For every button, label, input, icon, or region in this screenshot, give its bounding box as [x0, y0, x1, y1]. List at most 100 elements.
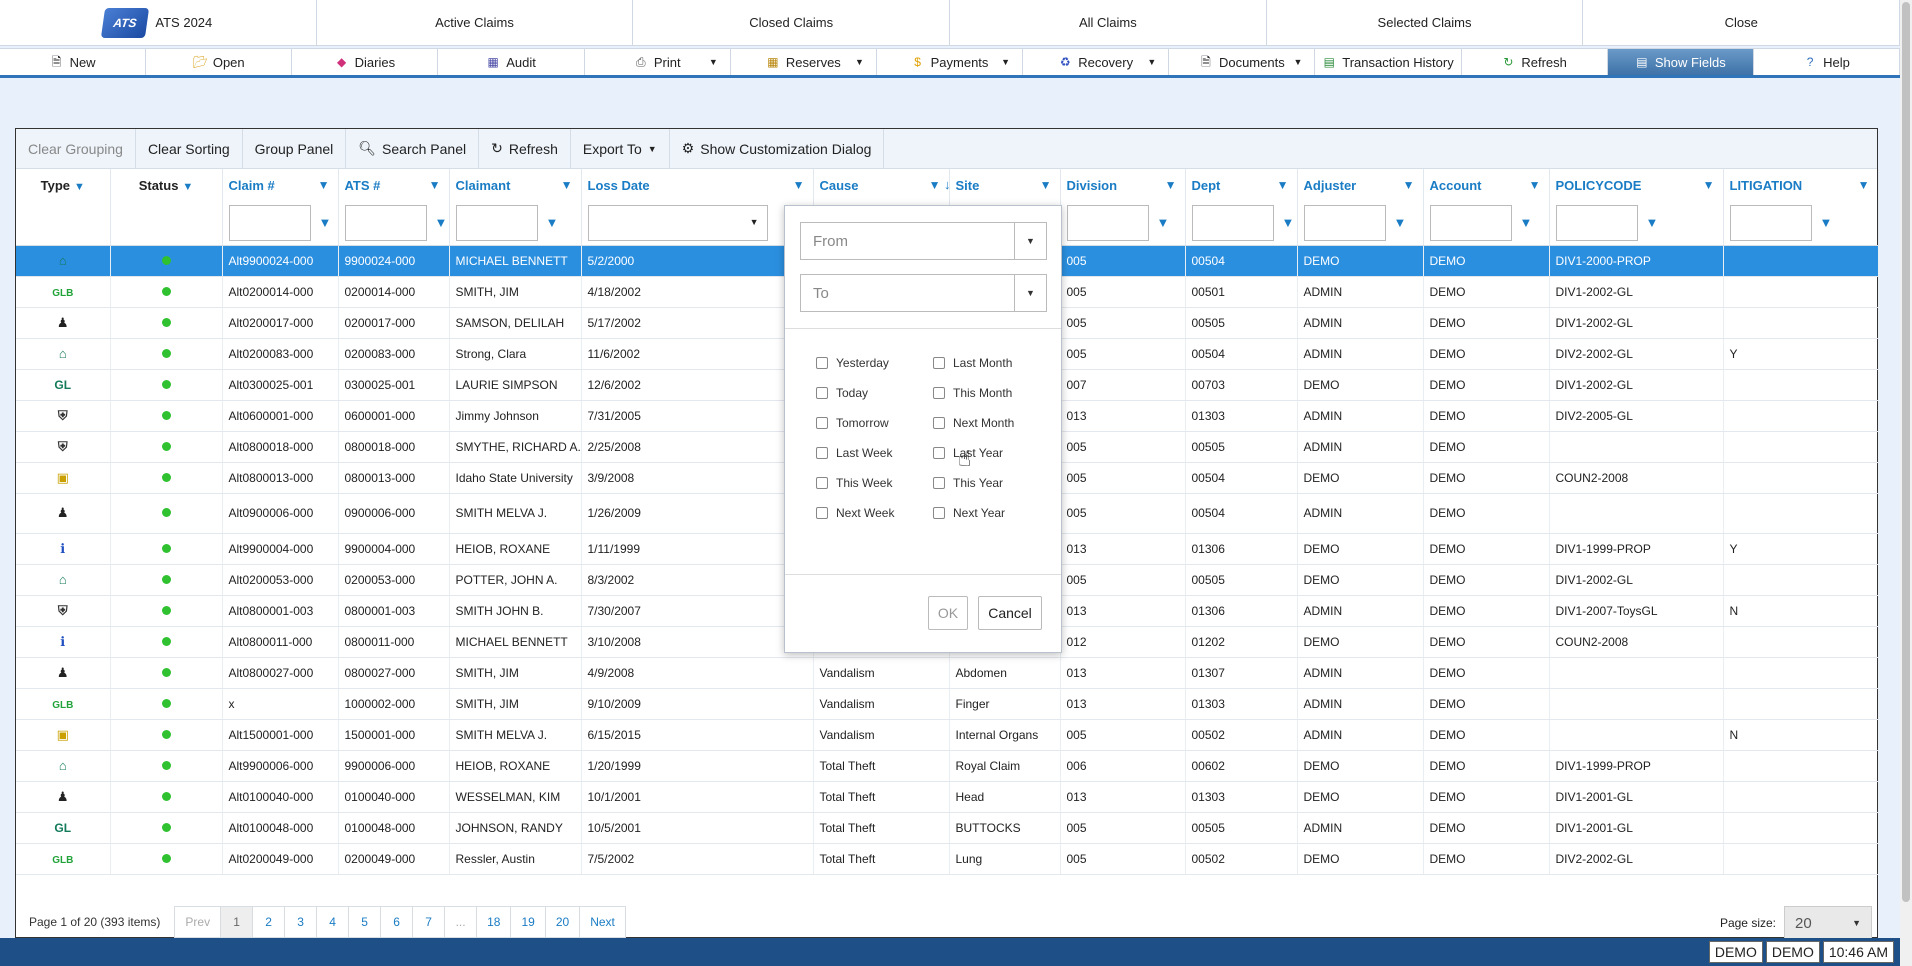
column-filter-input[interactable]: [455, 204, 538, 241]
clear-grouping-button[interactable]: Clear Grouping: [16, 128, 136, 169]
app-home-tab[interactable]: ATS ATS 2024: [0, 0, 317, 45]
date-preset-last-week-checkbox[interactable]: Last Week: [816, 446, 892, 460]
checkbox-box[interactable]: [933, 507, 945, 519]
column-header-policycode[interactable]: POLICYCODE ▼: [1549, 169, 1724, 201]
pager-page-button[interactable]: 4: [317, 906, 350, 938]
toolbar-diaries-button[interactable]: ◆ Diaries: [292, 49, 439, 75]
checkbox-box[interactable]: [933, 387, 945, 399]
toolbar-reserves-button[interactable]: ▦ Reserves ▼: [731, 49, 877, 75]
table-row[interactable]: GLB Alt0200049-000 0200049-000 Ressler, Aus…: [16, 843, 1879, 875]
column-header-account[interactable]: Account ▼: [1423, 169, 1550, 201]
table-row[interactable]: ♟ Alt0100040-000 0100040-000 WESSELMAN, KIM…: [16, 781, 1879, 813]
toolbar-open-button[interactable]: 📂︎ Open: [146, 49, 293, 75]
date-preset-last-month-checkbox[interactable]: Last Month: [933, 356, 1012, 370]
column-filter-input[interactable]: [344, 204, 427, 241]
filter-icon[interactable]: ▼: [1820, 215, 1833, 230]
column-filter-input[interactable]: [1191, 204, 1274, 241]
date-to-dropdown-icon[interactable]: ▼: [1014, 275, 1046, 311]
filter-icon[interactable]: ▼: [1282, 215, 1295, 230]
filter-icon[interactable]: ▼: [561, 178, 573, 192]
column-header-litigation[interactable]: LITIGATION ▼: [1723, 169, 1879, 201]
caret-down-icon[interactable]: ▼: [855, 57, 864, 67]
date-filter-ok-button[interactable]: OK: [928, 596, 968, 630]
date-preset-tomorrow-checkbox[interactable]: Tomorrow: [816, 416, 889, 430]
pager-next-button[interactable]: Next: [580, 906, 626, 938]
date-preset-this-week-checkbox[interactable]: This Week: [816, 476, 892, 490]
tab-all-claims[interactable]: All Claims: [950, 0, 1267, 45]
tab-close[interactable]: Close: [1583, 0, 1901, 45]
date-preset-next-month-checkbox[interactable]: Next Month: [933, 416, 1014, 430]
date-from-dropdown-icon[interactable]: ▼: [1014, 223, 1046, 259]
pager-page-button[interactable]: 19: [511, 906, 546, 938]
date-preset-this-year-checkbox[interactable]: This Year: [933, 476, 1003, 490]
filter-icon[interactable]: ▼: [74, 181, 85, 193]
scrollbar-thumb[interactable]: [1902, 2, 1910, 902]
caret-down-icon[interactable]: ▼: [1001, 57, 1010, 67]
pager-page-button[interactable]: ...: [445, 906, 478, 938]
column-filter-input[interactable]: [228, 204, 311, 241]
column-header-dept[interactable]: Dept ▼: [1185, 169, 1298, 201]
filter-icon[interactable]: ▼: [1703, 178, 1715, 192]
checkbox-box[interactable]: [933, 417, 945, 429]
toolbar-refresh-button[interactable]: ↻ Refresh: [1462, 49, 1608, 75]
filter-icon[interactable]: ▼: [1858, 178, 1870, 192]
clear-sorting-button[interactable]: Clear Sorting: [136, 128, 243, 169]
column-header-site[interactable]: Site ▼: [949, 169, 1061, 201]
pager-prev-button[interactable]: Prev: [174, 906, 222, 938]
date-filter-cancel-button[interactable]: Cancel: [978, 596, 1042, 630]
filter-icon[interactable]: ▼: [1529, 178, 1541, 192]
toolbar-recovery-button[interactable]: ♻ Recovery ▼: [1023, 49, 1170, 75]
pager-page-button[interactable]: 3: [285, 906, 318, 938]
column-header-adjuster[interactable]: Adjuster ▼: [1297, 169, 1424, 201]
column-filter-input[interactable]: [1729, 204, 1812, 241]
filter-icon[interactable]: ▼: [546, 215, 559, 230]
toolbar-payments-button[interactable]: $ Payments ▼: [877, 49, 1024, 75]
toolbar-help-button[interactable]: ? Help: [1754, 49, 1901, 75]
checkbox-box[interactable]: [816, 447, 828, 459]
column-filter-input[interactable]: [1066, 204, 1149, 241]
caret-down-icon[interactable]: ▼: [1147, 57, 1156, 67]
tab-selected-claims[interactable]: Selected Claims: [1267, 0, 1584, 45]
filter-icon[interactable]: ▼: [1165, 178, 1177, 192]
table-row[interactable]: ▣ Alt1500001-000 1500001-000 SMITH MELVA J.…: [16, 719, 1879, 751]
checkbox-box[interactable]: [933, 357, 945, 369]
checkbox-box[interactable]: [933, 477, 945, 489]
date-from-input[interactable]: From ▼: [800, 222, 1047, 260]
checkbox-box[interactable]: [816, 357, 828, 369]
export-to-button[interactable]: Export To ▼: [571, 128, 670, 169]
show-customization-dialog-button[interactable]: ⚙ Show Customization Dialog: [670, 128, 885, 169]
table-row[interactable]: GL Alt0100048-000 0100048-000 JOHNSON, RAND…: [16, 812, 1879, 844]
pager-page-button[interactable]: 6: [381, 906, 414, 938]
date-to-input[interactable]: To ▼: [800, 274, 1047, 312]
date-preset-this-month-checkbox[interactable]: This Month: [933, 386, 1012, 400]
pager-page-button[interactable]: 20: [545, 906, 581, 938]
grid-refresh-button[interactable]: ↻ Refresh: [479, 128, 571, 169]
column-header-type[interactable]: Type ▼: [16, 169, 111, 201]
table-row[interactable]: ⌂ Alt9900006-000 9900006-000 HEIOB, ROXANE 1…: [16, 750, 1879, 782]
column-header-ats[interactable]: ATS # ▼: [338, 169, 450, 201]
filter-icon[interactable]: ▼: [1646, 215, 1659, 230]
pager-page-button[interactable]: 2: [253, 906, 286, 938]
chevron-down-icon[interactable]: ▼: [750, 217, 759, 227]
table-row[interactable]: GLB x 1000002-000 SMITH, JIM 9/10/2009 Vandal…: [16, 688, 1879, 720]
filter-icon[interactable]: ▼: [929, 178, 941, 192]
column-header-status[interactable]: Status ▼: [110, 169, 223, 201]
group-panel-button[interactable]: Group Panel: [243, 128, 347, 169]
filter-icon[interactable]: ▼: [1040, 178, 1052, 192]
checkbox-box[interactable]: [816, 477, 828, 489]
column-header-claim[interactable]: Claim # ▼: [222, 169, 339, 201]
tab-active-claims[interactable]: Active Claims: [317, 0, 634, 45]
vertical-scrollbar[interactable]: [1900, 0, 1912, 966]
filter-icon[interactable]: ▼: [435, 215, 448, 230]
date-preset-today-checkbox[interactable]: Today: [816, 386, 868, 400]
toolbar-show-fields-button[interactable]: ▤ Show Fields: [1607, 49, 1754, 75]
caret-down-icon[interactable]: ▼: [709, 57, 718, 67]
toolbar-transaction-history-button[interactable]: ▤ Transaction History: [1315, 49, 1462, 75]
caret-down-icon[interactable]: ▼: [1293, 57, 1302, 67]
column-filter-input[interactable]: [1429, 204, 1512, 241]
column-filter-input[interactable]: ▼: [587, 204, 768, 241]
column-filter-input[interactable]: [1303, 204, 1386, 241]
filter-icon[interactable]: ▼: [318, 178, 330, 192]
column-header-claimant[interactable]: Claimant ▼: [449, 169, 582, 201]
filter-icon[interactable]: ▼: [1520, 215, 1533, 230]
